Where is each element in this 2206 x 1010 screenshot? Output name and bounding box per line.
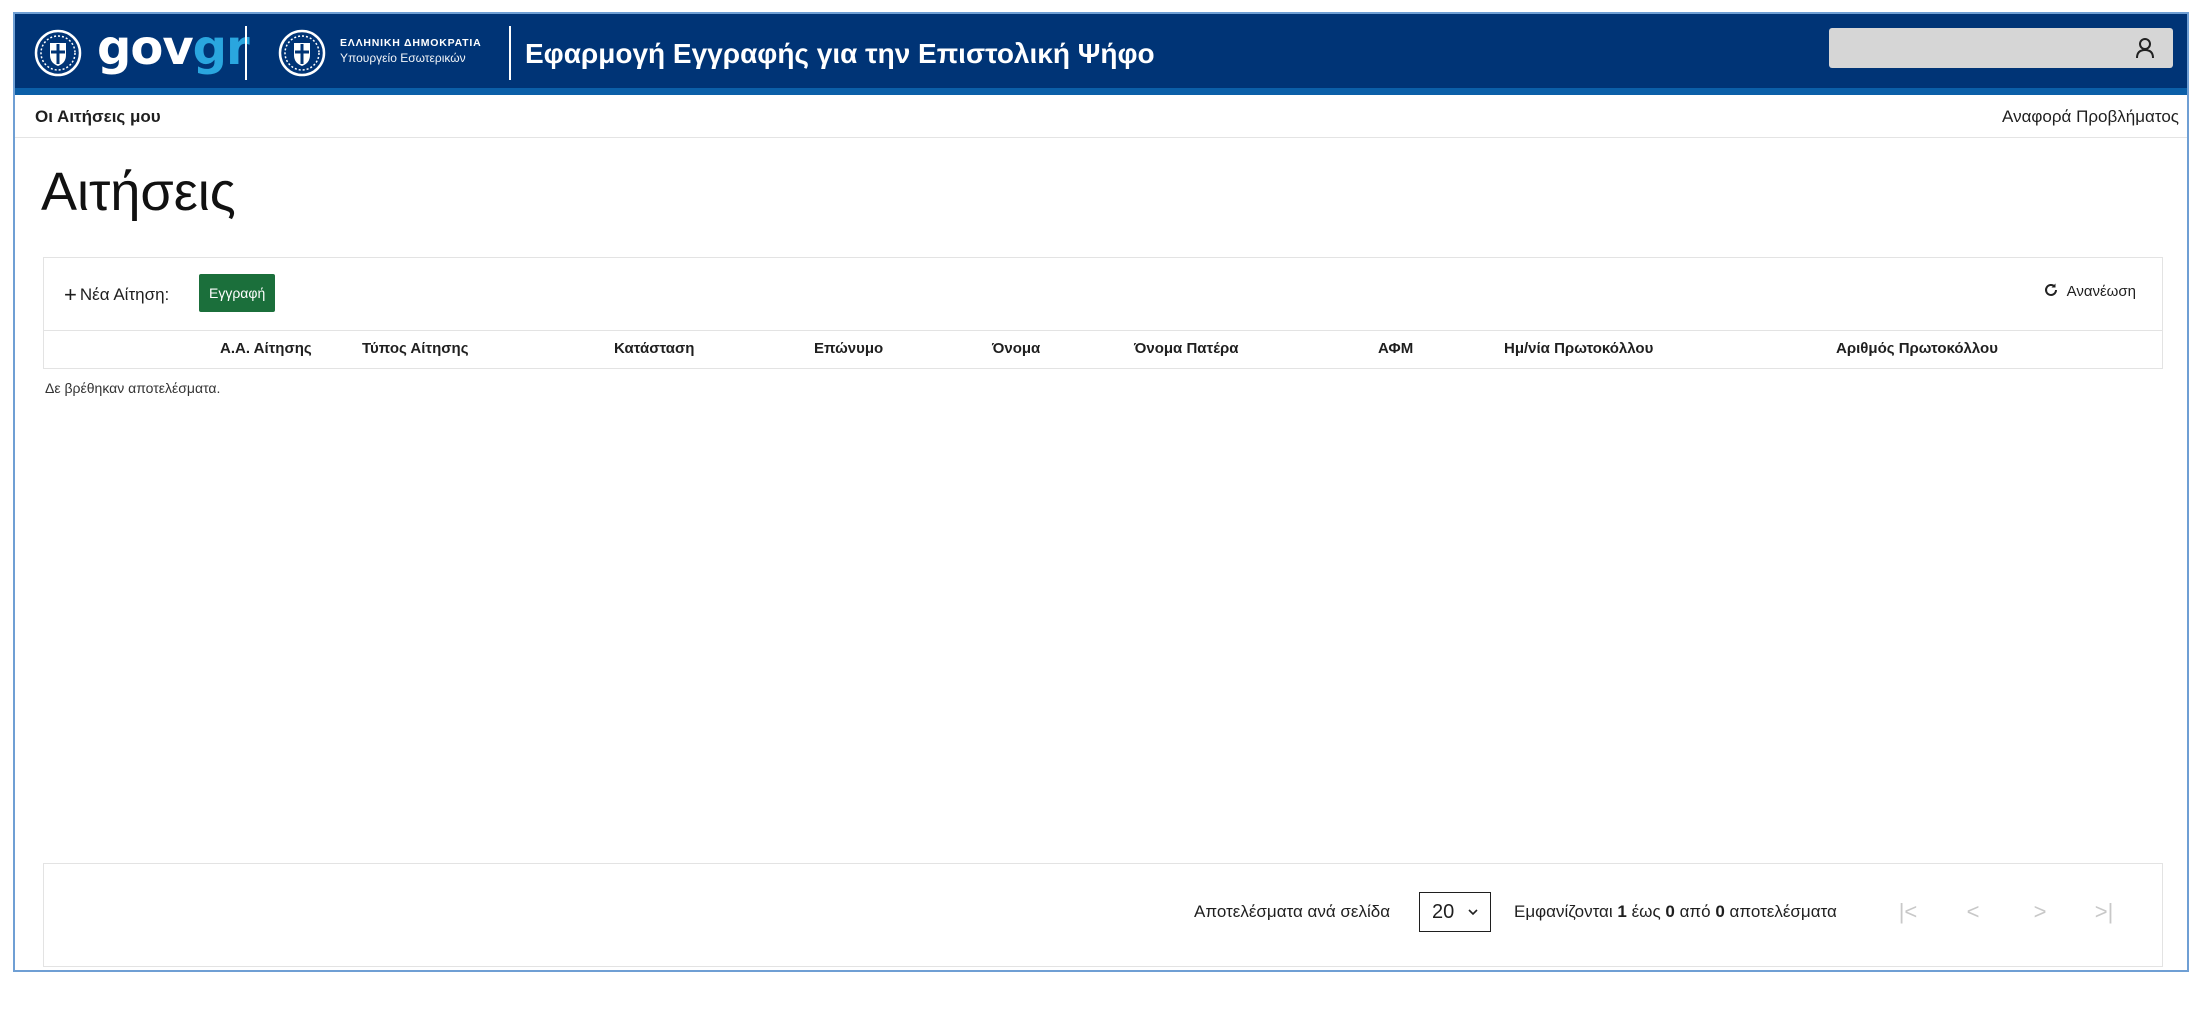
user-menu[interactable]: [1829, 28, 2173, 68]
column-header-tax-id[interactable]: ΑΦΜ: [1378, 340, 1413, 357]
next-page-icon[interactable]: >: [2026, 898, 2054, 926]
column-header-protocol-number[interactable]: Αριθμός Πρωτοκόλλου: [1836, 340, 1998, 357]
applications-table: + Νέα Αίτηση: Εγγραφή Ανανέωση Α.Α. Αίτησ…: [43, 257, 2163, 369]
ministry-line2: Υπουργείο Εσωτερικών: [340, 51, 466, 65]
column-header-application-type[interactable]: Τύπος Αίτησης: [362, 340, 469, 357]
page-title: Αιτήσεις: [41, 162, 236, 222]
column-header-status[interactable]: Κατάσταση: [614, 340, 694, 357]
table-toolbar: + Νέα Αίτηση: Εγγραφή Ανανέωση: [44, 258, 2162, 331]
header-divider: [509, 26, 511, 80]
plus-icon: +: [64, 282, 77, 307]
column-header-protocol-date[interactable]: Ημ/νία Πρωτοκόλλου: [1504, 340, 1653, 357]
app-title: Εφαρμογή Εγγραφής για την Επιστολική Ψήφ…: [525, 38, 1155, 69]
report-problem-link[interactable]: Αναφορά Προβλήματος: [2002, 107, 2179, 127]
refresh-button[interactable]: Ανανέωση: [2043, 282, 2136, 300]
top-header: govgr ΕΛΛΗΝΙΚΗ ΔΗΜΟΚΡΑΤΙΑ Υπουργείο Εσωτ…: [15, 14, 2187, 95]
previous-page-icon[interactable]: <: [1959, 898, 1987, 926]
app-window: govgr ΕΛΛΗΝΙΚΗ ΔΗΜΟΚΡΑΤΙΑ Υπουργείο Εσωτ…: [13, 12, 2189, 972]
per-page-label: Αποτελέσματα ανά σελίδα: [1194, 902, 1391, 921]
refresh-icon: [2044, 283, 2057, 296]
column-header-application-number[interactable]: Α.Α. Αίτησης: [220, 340, 312, 357]
ministry-emblem-icon: [277, 28, 327, 78]
user-icon[interactable]: [2133, 36, 2157, 60]
header-divider: [245, 26, 247, 80]
results-range-text: Εμφανίζονται 1 έως 0 από 0 αποτελέσματα: [1514, 902, 1837, 921]
chevron-down-icon: [1468, 909, 1478, 916]
ministry-label: ΕΛΛΗΝΙΚΗ ΔΗΜΟΚΡΑΤΙΑ Υπουργείο Εσωτερικών: [340, 36, 481, 66]
first-page-icon[interactable]: |<: [1894, 898, 1922, 926]
column-header-father-name[interactable]: Όνομα Πατέρα: [1134, 340, 1238, 357]
per-page-select[interactable]: 20: [1419, 892, 1491, 932]
register-button[interactable]: Εγγραφή: [199, 274, 276, 312]
last-page-icon[interactable]: >|: [2090, 898, 2118, 926]
column-header-surname[interactable]: Επώνυμο: [814, 340, 883, 357]
govgr-logo[interactable]: govgr: [97, 16, 250, 80]
my-applications-link[interactable]: Οι Αιτήσεις μου: [35, 107, 161, 127]
per-page-value: 20: [1432, 901, 1455, 923]
column-header-name[interactable]: Όνομα: [992, 340, 1040, 357]
pagination-bar: Αποτελέσματα ανά σελίδα 20 Εμφανίζονται …: [43, 863, 2163, 967]
greek-emblem-icon: [33, 28, 83, 78]
empty-table-message: Δε βρέθηκαν αποτελέσματα.: [45, 380, 221, 396]
new-application-label: + Νέα Αίτηση:: [64, 282, 170, 307]
sub-navigation: Οι Αιτήσεις μου Αναφορά Προβλήματος: [15, 95, 2187, 138]
ministry-line1: ΕΛΛΗΝΙΚΗ ΔΗΜΟΚΡΑΤΙΑ: [340, 37, 482, 49]
